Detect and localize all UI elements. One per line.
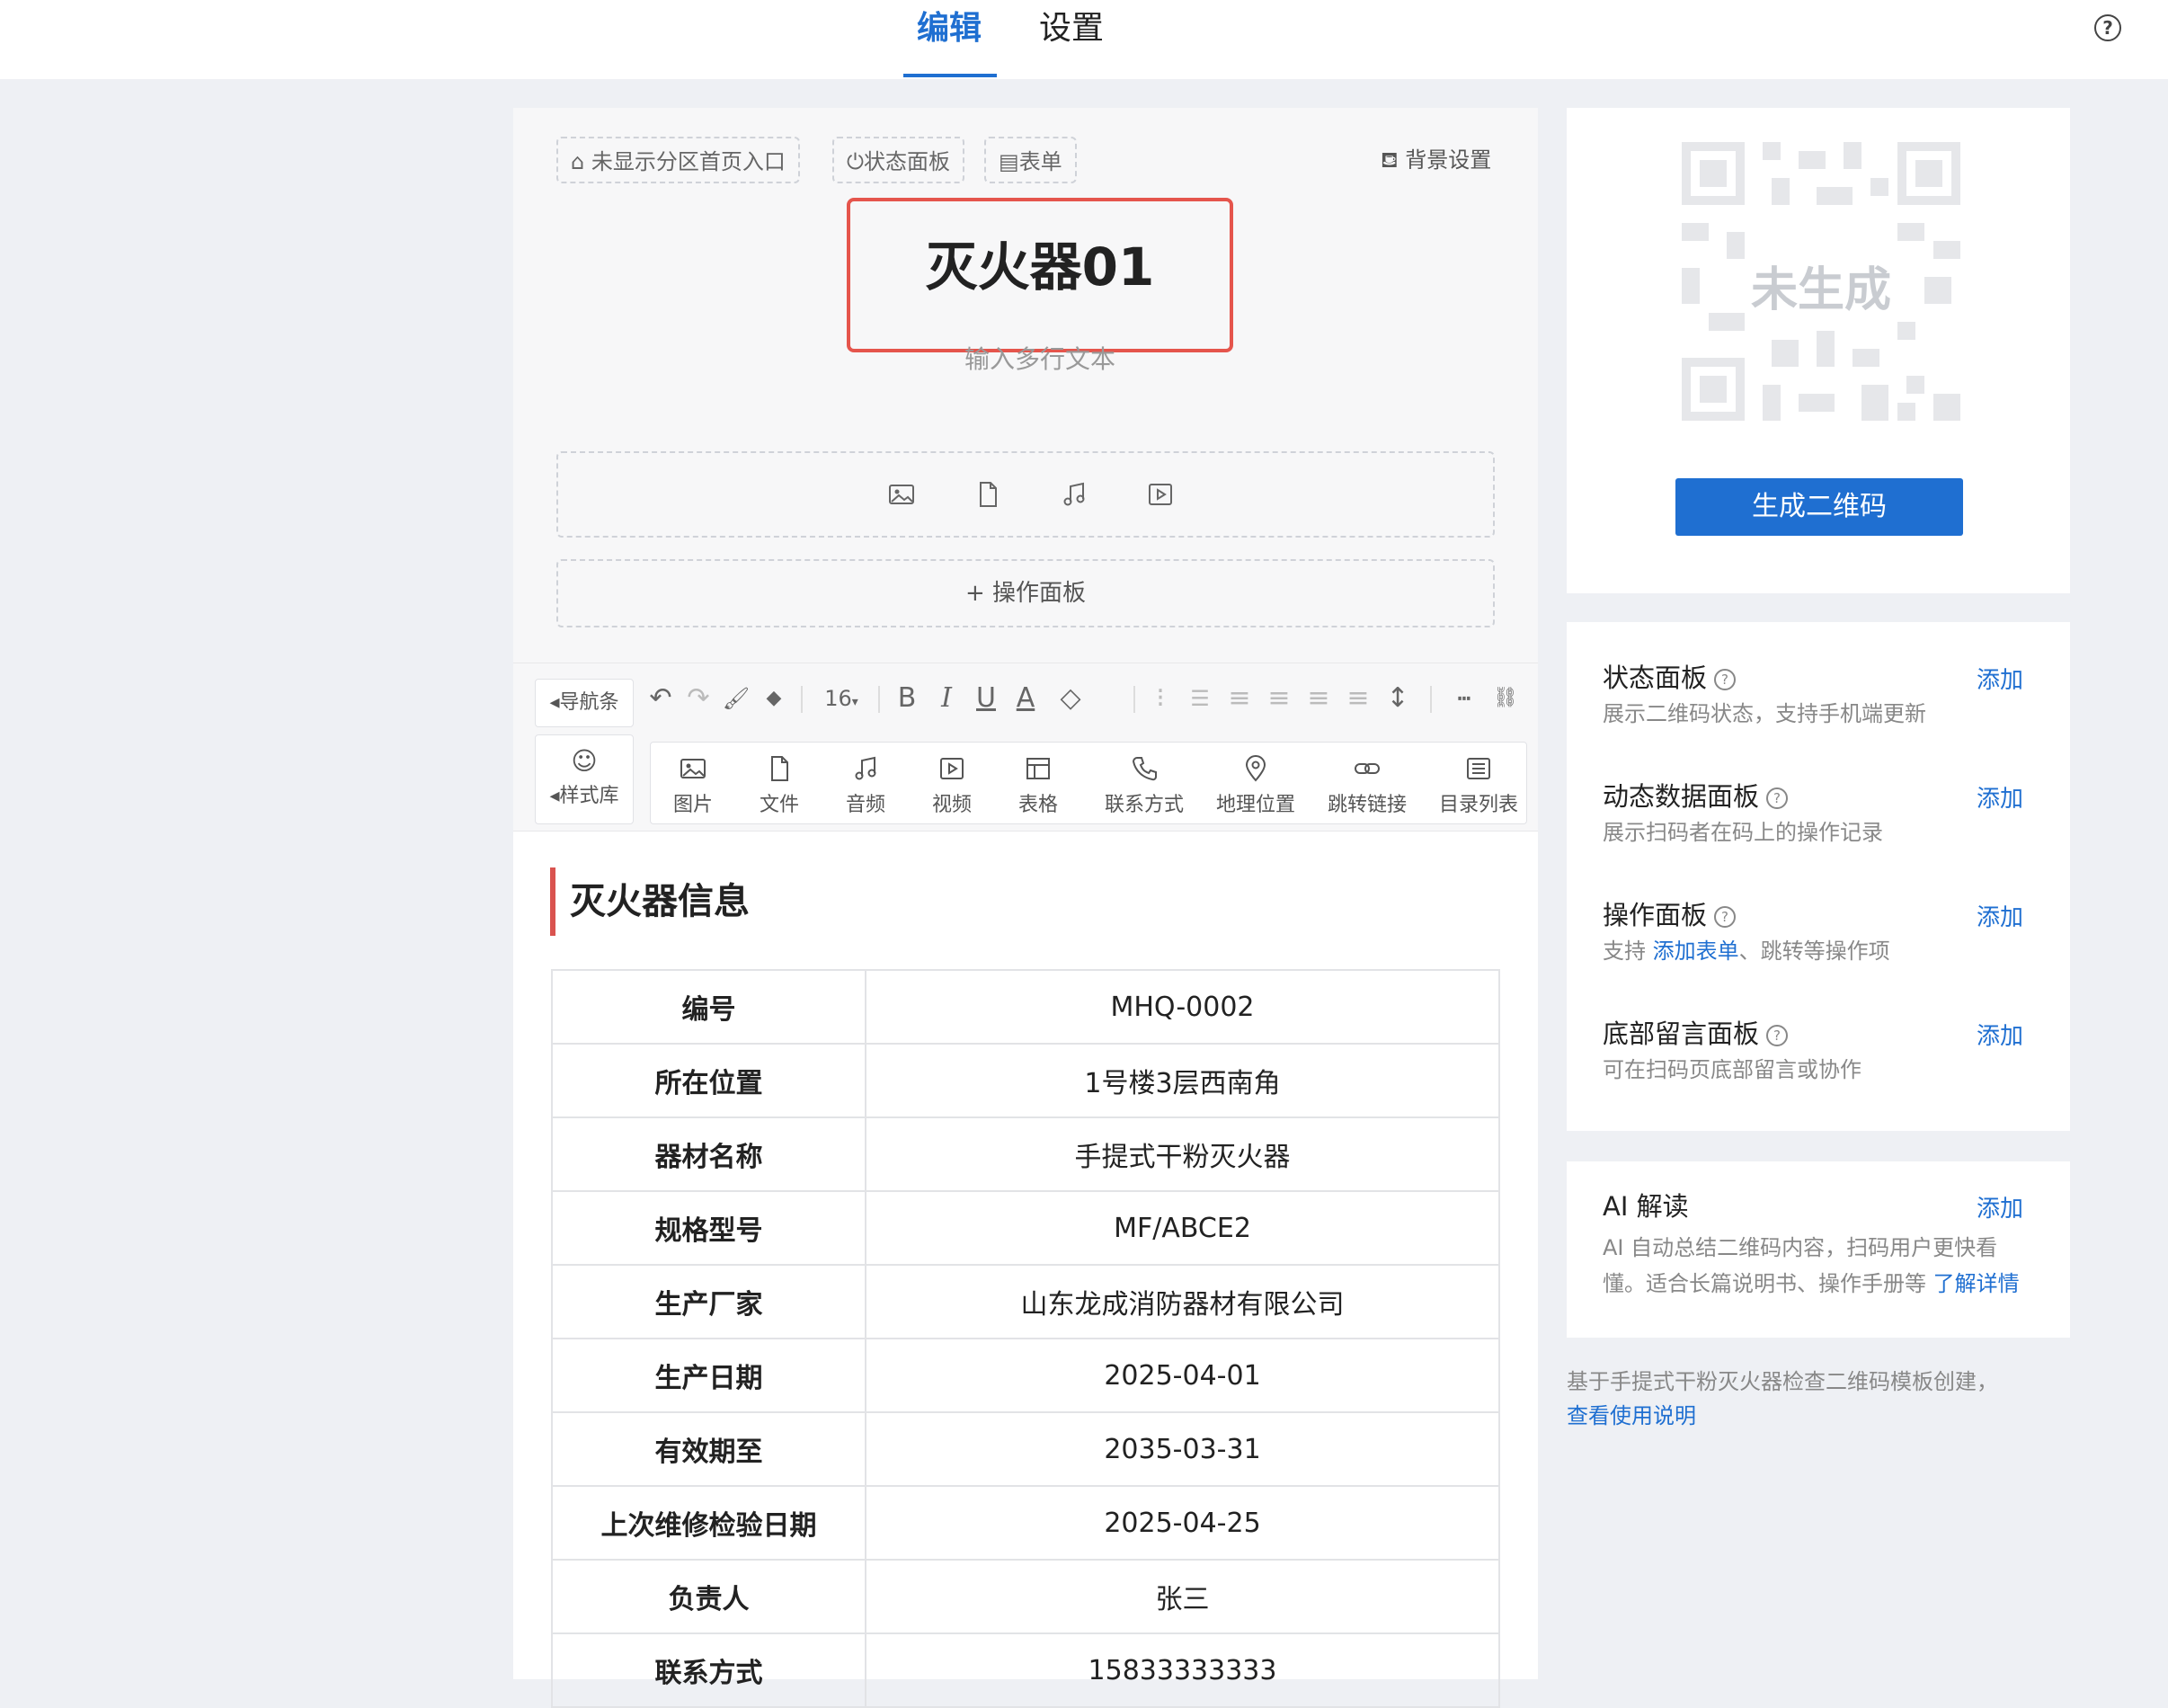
panel-dynamic-data: 动态数据面板? 展示扫码者在码上的操作记录 添加: [1603, 780, 2024, 845]
field-label: 生产日期: [551, 1338, 866, 1413]
usage-guide-link[interactable]: 查看使用说明: [1567, 1399, 2070, 1433]
top-bar: 编辑 设置 ?: [0, 0, 2168, 79]
ai-card: AI 解读 添加 AI 自动总结二维码内容，扫码用户更快看 懂。适合长篇说明书、…: [1567, 1161, 2070, 1338]
field-value[interactable]: MHQ-0002: [865, 969, 1500, 1045]
panel-status: 状态面板? 展示二维码状态，支持手机端更新 添加: [1603, 662, 2024, 726]
table-row: 上次维修检验日期 2025-04-25: [551, 1485, 1500, 1561]
active-tab-indicator: [903, 74, 997, 77]
field-value[interactable]: MF/ABCE2: [865, 1190, 1500, 1266]
help-icon[interactable]: ?: [1766, 787, 1789, 809]
tab-edit[interactable]: 编辑: [917, 5, 982, 52]
field-label: 有效期至: [551, 1411, 866, 1487]
add-status-panel-button[interactable]: 添加: [1977, 662, 2023, 695]
field-value[interactable]: 张三: [865, 1559, 1500, 1634]
template-note: 基于手提式干粉灭火器检查二维码模板创建， 查看使用说明: [1567, 1365, 2070, 1433]
table-row: 有效期至 2035-03-31: [551, 1411, 1500, 1487]
field-value[interactable]: 山东龙成消防器材有限公司: [865, 1264, 1500, 1339]
table-row: 规格型号 MF/ABCE2: [551, 1190, 1500, 1266]
panels-card: 状态面板? 展示二维码状态，支持手机端更新 添加 动态数据面板? 展示扫码者在码…: [1567, 622, 2070, 1131]
add-form-link[interactable]: 添加表单: [1653, 939, 1739, 964]
table-row: 生产日期 2025-04-01: [551, 1338, 1500, 1413]
content-area: 灭火器信息 编号 MHQ-0002 所在位置 1号楼3层西南角 器材名称 手提式干粉灭火器…: [513, 108, 1538, 1708]
field-label: 生产厂家: [551, 1264, 866, 1339]
field-value[interactable]: 15833333333: [865, 1632, 1500, 1708]
info-table: 编号 MHQ-0002 所在位置 1号楼3层西南角 器材名称 手提式干粉灭火器 规格型号 MF…: [551, 969, 1500, 1708]
field-label: 负责人: [551, 1559, 866, 1634]
tab-settings[interactable]: 设置: [1039, 5, 1104, 52]
table-row: 负责人 张三: [551, 1559, 1500, 1634]
field-label: 器材名称: [551, 1116, 866, 1192]
field-value[interactable]: 1号楼3层西南角: [865, 1043, 1500, 1118]
table-row: 联系方式 15833333333: [551, 1632, 1500, 1708]
field-value[interactable]: 2025-04-25: [865, 1485, 1500, 1561]
table-row: 器材名称 手提式干粉灭火器: [551, 1116, 1500, 1192]
help-icon[interactable]: ?: [1714, 906, 1737, 928]
add-ai-interpret-button[interactable]: 添加: [1977, 1190, 2023, 1223]
field-value[interactable]: 手提式干粉灭火器: [865, 1116, 1500, 1192]
panel-operation: 操作面板? 支持 添加表单、跳转等操作项 添加: [1603, 899, 2024, 964]
add-dynamic-data-panel-button[interactable]: 添加: [1977, 780, 2023, 814]
help-icon[interactable]: ?: [1766, 1025, 1789, 1046]
field-value[interactable]: 2035-03-31: [865, 1411, 1500, 1487]
table-row: 编号 MHQ-0002: [551, 969, 1500, 1045]
field-label: 所在位置: [551, 1043, 866, 1118]
section-heading[interactable]: 灭火器信息: [550, 867, 750, 936]
help-icon[interactable]: ?: [1714, 669, 1737, 690]
qr-card: 未生成 生成二维码: [1567, 108, 2070, 593]
table-row: 生产厂家 山东龙成消防器材有限公司: [551, 1264, 1500, 1339]
learn-more-link[interactable]: 了解详情: [1933, 1271, 2020, 1296]
qr-status-label: 未生成: [1750, 263, 1891, 317]
add-comment-panel-button[interactable]: 添加: [1977, 1018, 2023, 1051]
help-icon[interactable]: ?: [2094, 14, 2121, 41]
field-label: 编号: [551, 969, 866, 1045]
add-operation-panel-link[interactable]: 添加: [1977, 899, 2023, 932]
panel-comments: 底部留言面板? 可在扫码页底部留言或协作 添加: [1603, 1018, 2024, 1082]
field-label: 规格型号: [551, 1190, 866, 1266]
ai-interpret-row: AI 解读 添加 AI 自动总结二维码内容，扫码用户更快看 懂。适合长篇说明书、…: [1603, 1190, 2024, 1296]
field-label: 联系方式: [551, 1632, 866, 1708]
table-row: 所在位置 1号楼3层西南角: [551, 1043, 1500, 1118]
generate-qr-button[interactable]: 生成二维码: [1675, 478, 1963, 536]
field-value[interactable]: 2025-04-01: [865, 1338, 1500, 1413]
field-label: 上次维修检验日期: [551, 1485, 866, 1561]
